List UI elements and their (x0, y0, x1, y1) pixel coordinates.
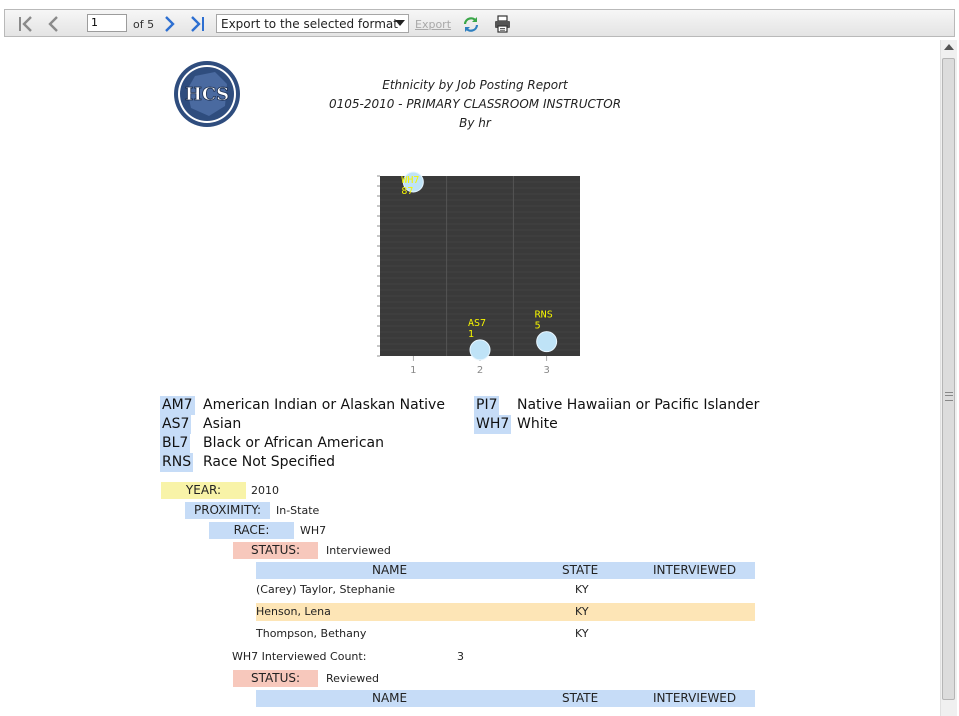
table-row: Thompson, Bethany KY (256, 625, 755, 643)
legend-desc-wh7: White (517, 416, 558, 432)
legend-code-as7: AS7 (160, 415, 192, 434)
row-state: KY (575, 583, 589, 596)
print-button[interactable] (491, 13, 513, 35)
year-label: YEAR: (161, 482, 246, 499)
first-page-button[interactable] (15, 13, 37, 35)
previous-page-button[interactable] (43, 13, 65, 35)
row-name: Thompson, Bethany (256, 627, 367, 640)
column-header-interviewed: INTERVIEWED (653, 563, 737, 577)
legend-code-am7: AM7 (160, 396, 195, 415)
data-label-code: WH7 (401, 175, 419, 186)
scrollbar-thumb[interactable] (942, 58, 955, 700)
proximity-label: PROXIMITY: (185, 502, 270, 519)
legend-desc-rns: Race Not Specified (203, 454, 336, 470)
data-label-value: 87 (401, 186, 413, 197)
legend-desc-as7: Asian (203, 416, 242, 432)
first-page-icon (19, 16, 32, 32)
table-header: NAME STATE INTERVIEWED (256, 690, 755, 707)
proximity-value: In-State (276, 504, 320, 517)
table-header: NAME STATE INTERVIEWED (256, 562, 755, 579)
legend-desc-bl7: Black or African American (203, 435, 384, 451)
legend-code-bl7: BL7 (160, 434, 191, 453)
legend-code-wh7: WH7 (474, 415, 512, 434)
data-point (469, 339, 491, 361)
scrollbar-grip-icon (945, 392, 953, 401)
column-header-state: STATE (562, 691, 599, 705)
ethnicity-chart: 1 2 3WH787AS71RNS5 (377, 171, 580, 376)
chevron-right-icon (165, 16, 175, 32)
data-label-code: AS7 (468, 318, 486, 329)
report-page: HCS Ethnicity by Job Posting Report 0105… (0, 40, 940, 716)
svg-text:HCS: HCS (185, 84, 229, 105)
status-label: STATUS: (233, 670, 318, 687)
vertical-scrollbar[interactable] (940, 40, 957, 716)
status-value: Reviewed (326, 672, 379, 685)
export-format-select[interactable]: Export to the selected format (216, 14, 409, 33)
race-value: WH7 (300, 524, 327, 537)
hcs-logo: HCS (174, 61, 240, 127)
report-author: By hr (459, 116, 491, 130)
data-point (536, 331, 558, 353)
table-row: (Carey) Taylor, Stephanie KY (256, 581, 755, 599)
status-value: Interviewed (326, 544, 391, 557)
report-title: Ethnicity by Job Posting Report (382, 78, 568, 92)
report-toolbar: 1 of 5 Export to the selected format Exp… (4, 9, 955, 37)
status-label: STATUS: (233, 542, 318, 559)
column-header-name: NAME (372, 691, 408, 705)
column-header-name: NAME (372, 563, 408, 577)
legend-desc-am7: American Indian or Alaskan Native (203, 397, 445, 413)
column-header-state: STATE (562, 563, 599, 577)
next-page-button[interactable] (158, 13, 180, 35)
column-header-interviewed: INTERVIEWED (653, 691, 737, 705)
last-page-icon (191, 16, 204, 32)
dropdown-arrow-icon (395, 20, 405, 26)
page-number-input[interactable]: 1 (87, 14, 127, 32)
row-name: (Carey) Taylor, Stephanie (256, 583, 396, 596)
legend-code-pi7: PI7 (474, 396, 500, 415)
last-page-button[interactable] (186, 13, 208, 35)
export-format-value: Export to the selected format (221, 17, 398, 31)
x-tick-label: 2 (477, 365, 483, 376)
printer-icon (495, 15, 510, 33)
x-tick-label: 3 (543, 365, 549, 376)
data-label-value: 5 (535, 321, 541, 332)
refresh-button[interactable] (460, 13, 482, 35)
table-row: Henson, Lena KY (256, 603, 755, 621)
race-label: RACE: (209, 522, 294, 539)
legend-code-rns: RNS (160, 453, 194, 472)
interviewed-count-value: 3 (457, 650, 464, 663)
data-label-value: 1 (468, 329, 474, 340)
report-subtitle: 0105-2010 - PRIMARY CLASSROOM INSTRUCTOR (328, 97, 622, 111)
data-label-code: RNS (535, 310, 553, 321)
row-name: Henson, Lena (256, 605, 331, 618)
legend-desc-pi7: Native Hawaiian or Pacific Islander (517, 397, 760, 413)
scroll-up-arrow-icon[interactable] (944, 44, 954, 50)
x-tick-label: 1 (410, 365, 416, 376)
export-link[interactable]: Export (415, 18, 451, 31)
row-state: KY (575, 627, 589, 640)
year-value: 2010 (251, 484, 279, 497)
page-count-label: of 5 (133, 18, 155, 31)
chevron-left-icon (48, 16, 58, 32)
refresh-icon (463, 17, 479, 32)
row-state: KY (575, 605, 589, 618)
interviewed-count-label: WH7 Interviewed Count: (232, 650, 367, 663)
